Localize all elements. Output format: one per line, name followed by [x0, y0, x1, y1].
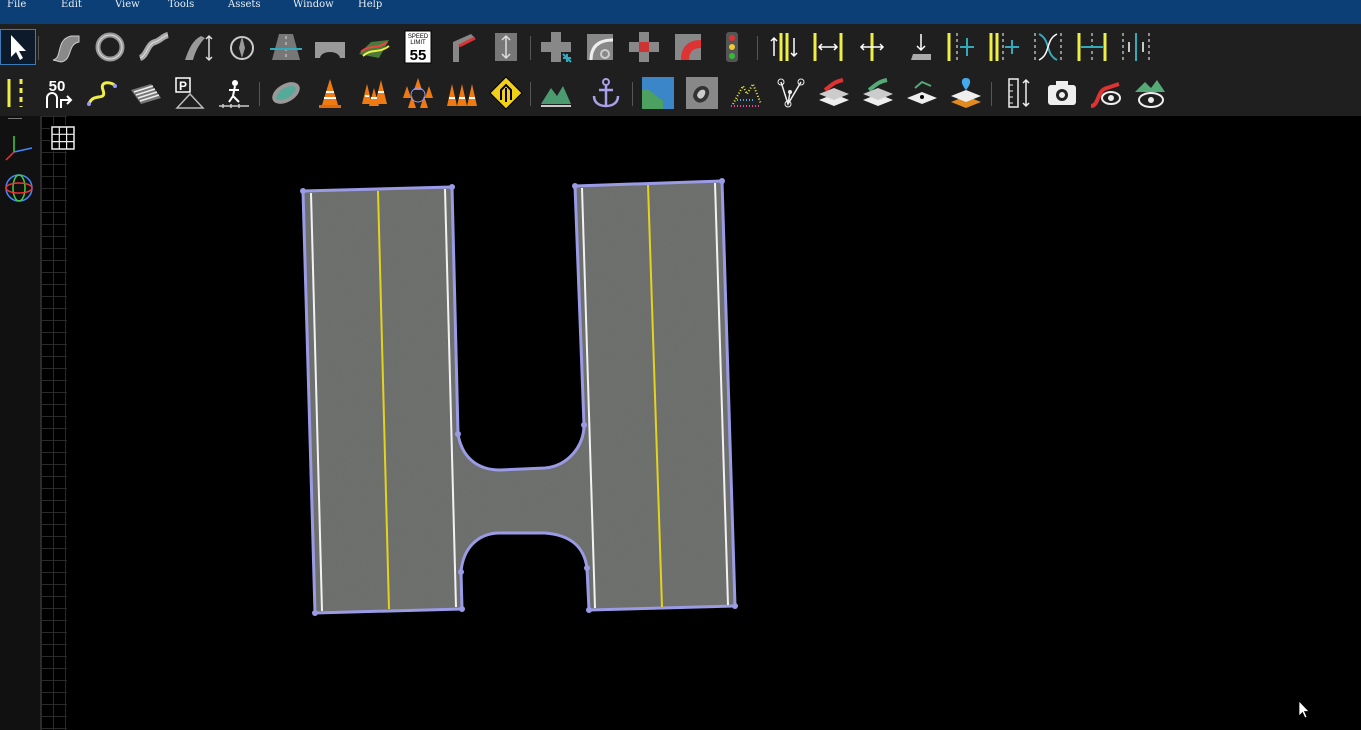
anchor-icon[interactable]	[588, 75, 624, 111]
axis-gizmo-icon[interactable]	[4, 132, 34, 162]
traffic-light-icon[interactable]	[714, 29, 750, 65]
sidebar-divider	[8, 118, 22, 119]
pedestrian-icon[interactable]	[216, 75, 252, 111]
menu-bar: File Edit View Tools Assets Window Help	[0, 0, 1361, 24]
spline-road-icon[interactable]	[136, 29, 172, 65]
parking-letter-text: P	[179, 79, 187, 93]
toolbar: SPEED LIMIT 55 50 P	[0, 24, 1361, 116]
measure-icon[interactable]	[1000, 75, 1036, 111]
select-arrow-icon[interactable]	[0, 29, 36, 65]
map-height-icon[interactable]	[684, 75, 720, 111]
terrain-texture-icon[interactable]	[356, 29, 392, 65]
lane-center-icon[interactable]	[854, 29, 890, 65]
map-satellite-icon[interactable]	[640, 75, 676, 111]
menu-window[interactable]: Window	[293, 0, 334, 10]
speed-limit-sign-icon[interactable]: SPEED LIMIT 55	[400, 29, 436, 65]
curve-path-icon[interactable]	[84, 75, 120, 111]
lane-cross-icon[interactable]	[1074, 29, 1110, 65]
speed-marker-icon[interactable]: 50	[40, 75, 76, 111]
lane-lift-icon[interactable]	[898, 29, 934, 65]
speed-sign-value-text: 55	[410, 47, 427, 64]
speed-sign-mid-text: LIMIT	[410, 40, 426, 46]
road-network[interactable]	[300, 178, 738, 616]
mouse-cursor-icon	[1298, 700, 1310, 719]
toolbar-row-1: SPEED LIMIT 55	[0, 24, 1361, 70]
menu-tools[interactable]: Tools	[168, 0, 194, 10]
left-sidebar	[0, 116, 41, 730]
lane-merge-icon[interactable]	[488, 29, 524, 65]
roundabout-icon[interactable]	[92, 29, 128, 65]
compass-road-icon[interactable]	[224, 29, 260, 65]
crossroad-icon[interactable]	[626, 29, 662, 65]
layer-point-icon[interactable]	[904, 75, 940, 111]
terrain-icon[interactable]	[538, 75, 574, 111]
road-branch-icon[interactable]	[444, 29, 480, 65]
highway-icon[interactable]	[268, 29, 304, 65]
road-view-icon[interactable]	[1088, 75, 1124, 111]
bridge-icon[interactable]	[312, 29, 348, 65]
cone-ring-icon[interactable]	[400, 75, 436, 111]
warning-sign-icon[interactable]	[488, 75, 524, 111]
menu-help[interactable]: Help	[358, 0, 382, 10]
turn-lane-icon[interactable]	[670, 29, 706, 65]
road-lanes-icon[interactable]	[180, 29, 216, 65]
lane-split-icon[interactable]	[1030, 29, 1066, 65]
intersection-icon[interactable]	[538, 29, 574, 65]
terrain-view-icon[interactable]	[1132, 75, 1168, 111]
road-curve-icon[interactable]	[48, 29, 84, 65]
road-scene	[300, 178, 1310, 719]
layer-road-icon[interactable]	[816, 75, 852, 111]
turn-intersection-icon[interactable]	[582, 29, 618, 65]
grid-strip	[41, 116, 67, 730]
lane-insert-icon[interactable]	[986, 29, 1022, 65]
node-graph-icon[interactable]	[772, 75, 808, 111]
lane-marking-double-icon[interactable]	[0, 75, 36, 111]
lane-add-icon[interactable]	[942, 29, 978, 65]
camera-icon[interactable]	[1044, 75, 1080, 111]
menu-edit[interactable]: Edit	[61, 0, 82, 10]
lane-marking-icon[interactable]	[1118, 29, 1154, 65]
layer-curve-icon[interactable]	[860, 75, 896, 111]
parking-icon[interactable]: P	[172, 75, 208, 111]
layer-pin-icon[interactable]	[948, 75, 984, 111]
scene-viewport[interactable]	[50, 116, 1361, 730]
cone-row-icon[interactable]	[444, 75, 480, 111]
point-cloud-icon[interactable]	[728, 75, 764, 111]
orbit-gizmo-icon[interactable]	[3, 172, 35, 204]
menu-file[interactable]: File	[7, 0, 26, 10]
cone-group-icon[interactable]	[356, 75, 392, 111]
menu-view[interactable]: View	[115, 0, 140, 10]
crosswalk-stripes-icon[interactable]	[128, 75, 164, 111]
cone-icon[interactable]	[312, 75, 348, 111]
menu-assets[interactable]: Assets	[228, 0, 261, 10]
lane-stretch-icon[interactable]	[810, 29, 846, 65]
lane-width-icon[interactable]	[766, 29, 802, 65]
toolbar-row-2: 50 P	[0, 70, 1361, 116]
island-icon[interactable]	[268, 75, 304, 111]
